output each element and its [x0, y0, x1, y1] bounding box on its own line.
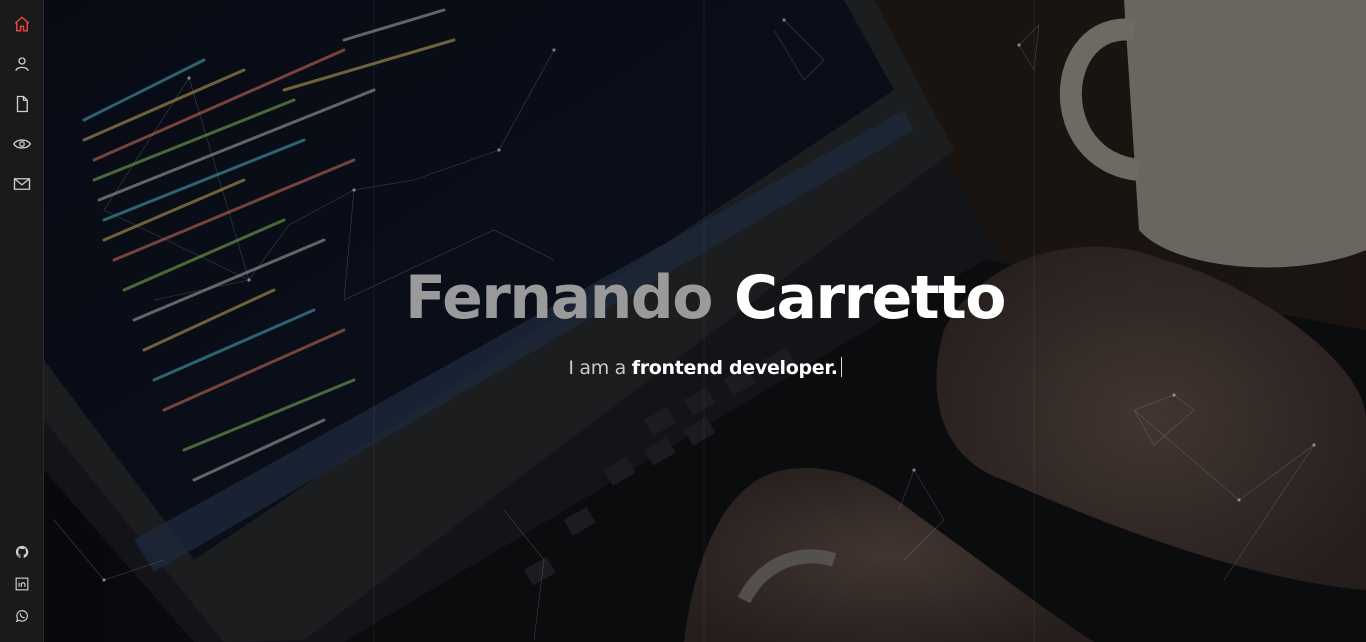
- hero-section: Fernando Carretto I am a frontend develop…: [44, 0, 1366, 642]
- linkedin-link[interactable]: [0, 569, 44, 599]
- nav-about[interactable]: [0, 44, 44, 84]
- first-name: Fernando: [405, 263, 713, 333]
- nav-home[interactable]: [0, 4, 44, 44]
- user-icon: [15, 57, 29, 71]
- github-icon: [15, 545, 29, 558]
- nav-resume[interactable]: [0, 84, 44, 124]
- sidebar: [0, 0, 44, 642]
- subtitle-role: frontend developer.: [631, 357, 838, 379]
- hero-title: Fernando Carretto: [44, 262, 1366, 334]
- whatsapp-link[interactable]: [0, 601, 44, 631]
- subtitle-prefix: I am a: [568, 357, 626, 379]
- last-name: Carretto: [733, 263, 1006, 333]
- hero-subtitle: I am a frontend developer.: [44, 357, 1366, 379]
- github-link[interactable]: [0, 537, 44, 567]
- mail-icon: [13, 178, 31, 190]
- linkedin-icon: [15, 577, 29, 591]
- nav-portfolio[interactable]: [0, 124, 44, 164]
- document-icon: [16, 95, 28, 113]
- nav-contact[interactable]: [0, 164, 44, 204]
- home-icon: [14, 16, 30, 32]
- typing-cursor: [840, 357, 842, 377]
- eye-icon: [13, 139, 31, 149]
- whatsapp-icon: [15, 610, 28, 623]
